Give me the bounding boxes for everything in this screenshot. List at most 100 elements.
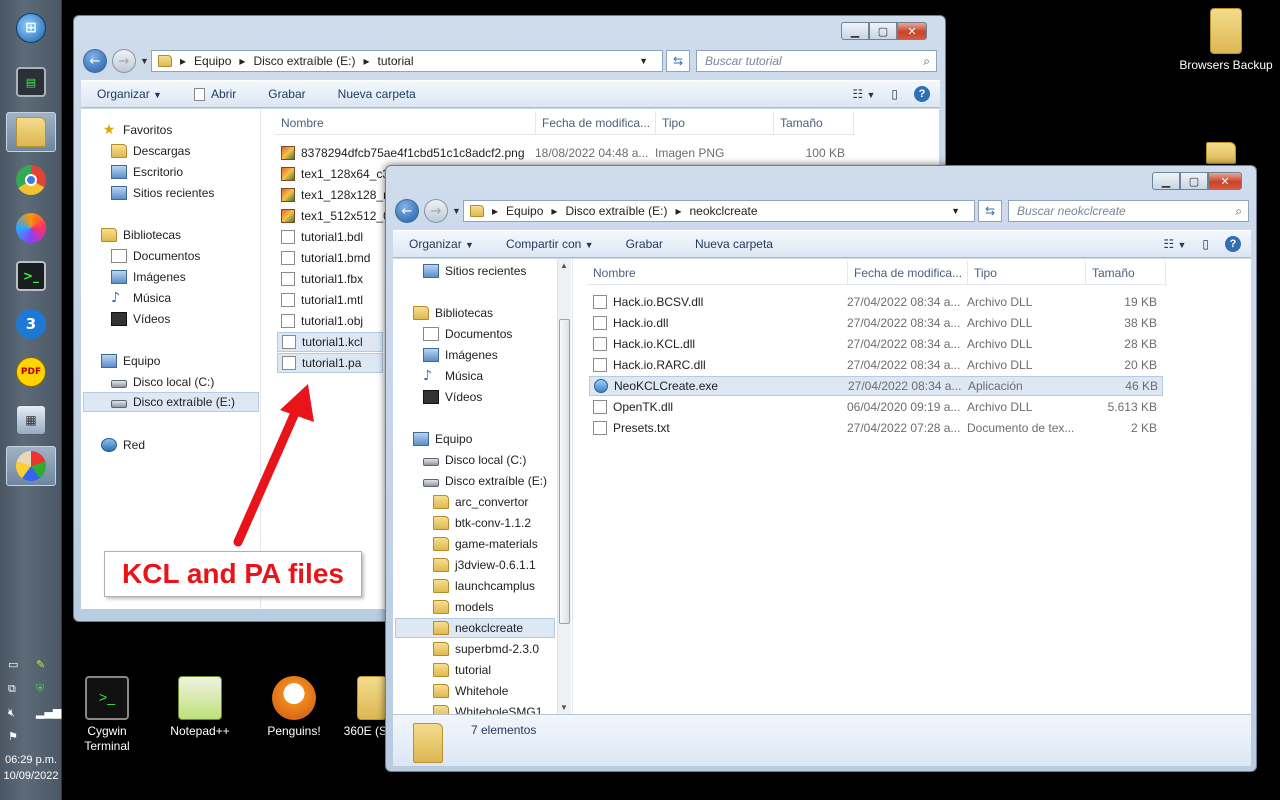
forward-button[interactable]: → xyxy=(424,199,448,223)
nav-scrollbar[interactable]: ▲ ▼ xyxy=(557,259,571,714)
nav-folder-item[interactable]: neokclcreate xyxy=(395,618,555,638)
preview-pane-button[interactable]: ▯ xyxy=(1194,237,1217,251)
file-row[interactable]: NeoKCLCreate.exe 27/04/2022 08:34 a... Apl… xyxy=(589,376,1163,396)
address-bar[interactable]: ▸ Equipo ▸ Disco extraíble (E:) ▸ neokcl… xyxy=(463,200,975,222)
nav-folder-item[interactable]: arc_convertor xyxy=(433,492,528,512)
scroll-up-icon[interactable]: ▲ xyxy=(560,261,568,270)
col-date[interactable]: Fecha de modifica... xyxy=(848,261,968,284)
nav-folder-item[interactable]: j3dview-0.6.1.1 xyxy=(433,555,536,575)
nav-music[interactable]: ♪ Música xyxy=(111,288,171,308)
new-folder-button[interactable]: Nueva carpeta xyxy=(322,87,432,101)
back-button[interactable]: ← xyxy=(83,49,107,73)
taskbar-pdf[interactable]: PDF xyxy=(6,352,56,392)
maximize-button[interactable]: ▢ xyxy=(1180,172,1208,190)
col-name[interactable]: Nombre xyxy=(587,261,848,284)
taskbar-network-monitor[interactable]: ▤ xyxy=(6,62,56,102)
desktop-folder-partial-icon[interactable] xyxy=(1206,142,1236,164)
col-type[interactable]: Tipo xyxy=(656,111,774,134)
taskbar-firefox[interactable] xyxy=(6,208,56,248)
nav-videos[interactable]: Vídeos xyxy=(111,309,170,329)
maximize-button[interactable]: ▢ xyxy=(869,22,897,40)
nav-folder-item[interactable]: launchcamplus xyxy=(433,576,535,596)
col-size[interactable]: Tamaño xyxy=(774,111,854,134)
nav-folder-item[interactable]: WhiteholeSMG1 xyxy=(433,702,542,714)
nav-images[interactable]: Imágenes xyxy=(111,267,186,287)
taskbar-360[interactable]: 3 xyxy=(6,304,56,344)
taskbar-paint[interactable] xyxy=(6,446,56,486)
organize-button[interactable]: Organizar ▼ xyxy=(81,87,178,101)
address-bar[interactable]: ▸ Equipo ▸ Disco extraíble (E:) ▸ tutori… xyxy=(151,50,663,72)
start-button[interactable]: ⊞ xyxy=(6,8,56,48)
close-button[interactable]: ✕ xyxy=(1208,172,1242,190)
organize-button[interactable]: Organizar ▼ xyxy=(393,237,490,251)
file-row[interactable]: Presets.txt 27/04/2022 07:28 a... Document… xyxy=(589,418,1163,438)
help-button[interactable]: ? xyxy=(906,86,940,102)
close-button[interactable]: ✕ xyxy=(897,22,927,40)
breadcrumb-equipo[interactable]: Equipo xyxy=(194,54,231,68)
taskbar-explorer[interactable] xyxy=(6,112,56,152)
breadcrumb-drive[interactable]: Disco extraíble (E:) xyxy=(253,54,355,68)
shield-tray-icon[interactable]: ⛨ xyxy=(36,682,44,696)
file-row[interactable]: Hack.io.KCL.dll 27/04/2022 08:34 a... Arch… xyxy=(589,334,1163,354)
nav-downloads[interactable]: Descargas xyxy=(111,141,190,161)
desktop-icon-cygwin[interactable]: >_ Cygwin Terminal xyxy=(62,676,152,754)
file-row[interactable]: Hack.io.RARC.dll 27/04/2022 08:34 a... Arc… xyxy=(589,355,1163,375)
nav-folder-item[interactable]: btk-conv-1.1.2 xyxy=(433,513,531,533)
nav-music[interactable]: ♪ Música xyxy=(423,366,483,386)
view-options-button[interactable]: ☷ ▼ xyxy=(844,87,883,101)
security-tray-icon[interactable]: ✎ xyxy=(36,658,45,671)
nav-local-disk[interactable]: Disco local (C:) xyxy=(423,450,526,470)
nav-favorites[interactable]: ★ Favoritos xyxy=(101,120,173,140)
nav-folder-item[interactable]: models xyxy=(433,597,494,617)
desktop-icon-penguins[interactable]: Penguins! xyxy=(249,676,339,739)
file-row[interactable]: Hack.io.BCSV.dll 27/04/2022 08:34 a... Arc… xyxy=(589,292,1163,312)
nav-desktop[interactable]: Escritorio xyxy=(111,162,183,182)
col-date[interactable]: Fecha de modifica... xyxy=(536,111,656,134)
col-name[interactable]: Nombre xyxy=(275,111,536,134)
preview-pane-button[interactable]: ▯ xyxy=(883,87,906,101)
address-dropdown-icon[interactable]: ▼ xyxy=(639,56,648,66)
taskbar-chrome[interactable] xyxy=(6,160,56,200)
nav-documents[interactable]: Documentos xyxy=(111,246,200,266)
view-options-button[interactable]: ☷ ▼ xyxy=(1155,237,1194,251)
taskbar-calculator[interactable]: ▦ xyxy=(6,400,56,440)
recent-pages-chevron-icon[interactable]: ▼ xyxy=(452,206,461,216)
nav-folder-item[interactable]: superbmd-2.3.0 xyxy=(433,639,539,659)
breadcrumb-equipo[interactable]: Equipo xyxy=(506,204,543,218)
share-button[interactable]: Compartir con ▼ xyxy=(490,237,610,251)
nav-recent[interactable]: Sitios recientes xyxy=(111,183,214,203)
scrollbar-thumb[interactable] xyxy=(559,319,570,624)
burn-button[interactable]: Grabar xyxy=(252,87,321,101)
nav-images[interactable]: Imágenes xyxy=(423,345,498,365)
signal-tray-icon[interactable]: ▂▄▆ xyxy=(36,706,61,719)
refresh-button[interactable]: ⇆ xyxy=(978,200,1002,222)
nav-libraries[interactable]: Bibliotecas xyxy=(101,225,181,245)
open-button[interactable]: Abrir xyxy=(178,87,252,102)
nav-computer[interactable]: Equipo xyxy=(101,351,160,371)
recent-pages-chevron-icon[interactable]: ▼ xyxy=(140,56,149,66)
nav-network[interactable]: Red xyxy=(101,435,145,455)
nav-local-disk[interactable]: Disco local (C:) xyxy=(111,372,214,392)
file-row[interactable]: OpenTK.dll 06/04/2020 09:19 a... Archivo D… xyxy=(589,397,1163,417)
forward-button[interactable]: → xyxy=(112,49,136,73)
burn-button[interactable]: Grabar xyxy=(610,237,679,251)
minimize-button[interactable]: ▁ xyxy=(1152,172,1180,190)
col-size[interactable]: Tamaño xyxy=(1086,261,1166,284)
file-row[interactable]: Hack.io.dll 27/04/2022 08:34 a... Archivo … xyxy=(589,313,1163,333)
breadcrumb-folder[interactable]: tutorial xyxy=(378,54,414,68)
file-row[interactable]: tutorial1.pa xyxy=(277,353,383,373)
nav-documents[interactable]: Documentos xyxy=(423,324,512,344)
nav-computer[interactable]: Equipo xyxy=(413,429,472,449)
nav-folder-item[interactable]: Whitehole xyxy=(433,681,508,701)
scroll-down-icon[interactable]: ▼ xyxy=(560,703,568,712)
nav-videos[interactable]: Vídeos xyxy=(423,387,482,407)
search-input[interactable]: Buscar neokclcreate ⌕ xyxy=(1008,200,1249,222)
new-folder-button[interactable]: Nueva carpeta xyxy=(679,237,789,251)
minimize-button[interactable]: ▁ xyxy=(841,22,869,40)
nav-removable-disk[interactable]: Disco extraíble (E:) xyxy=(423,471,547,491)
address-dropdown-icon[interactable]: ▼ xyxy=(951,206,960,216)
desktop-icon-notepadpp[interactable]: Notepad++ xyxy=(155,676,245,739)
help-button[interactable]: ? xyxy=(1217,236,1251,252)
file-row[interactable]: tutorial1.kcl xyxy=(277,332,383,352)
breadcrumb-folder[interactable]: neokclcreate xyxy=(690,204,758,218)
